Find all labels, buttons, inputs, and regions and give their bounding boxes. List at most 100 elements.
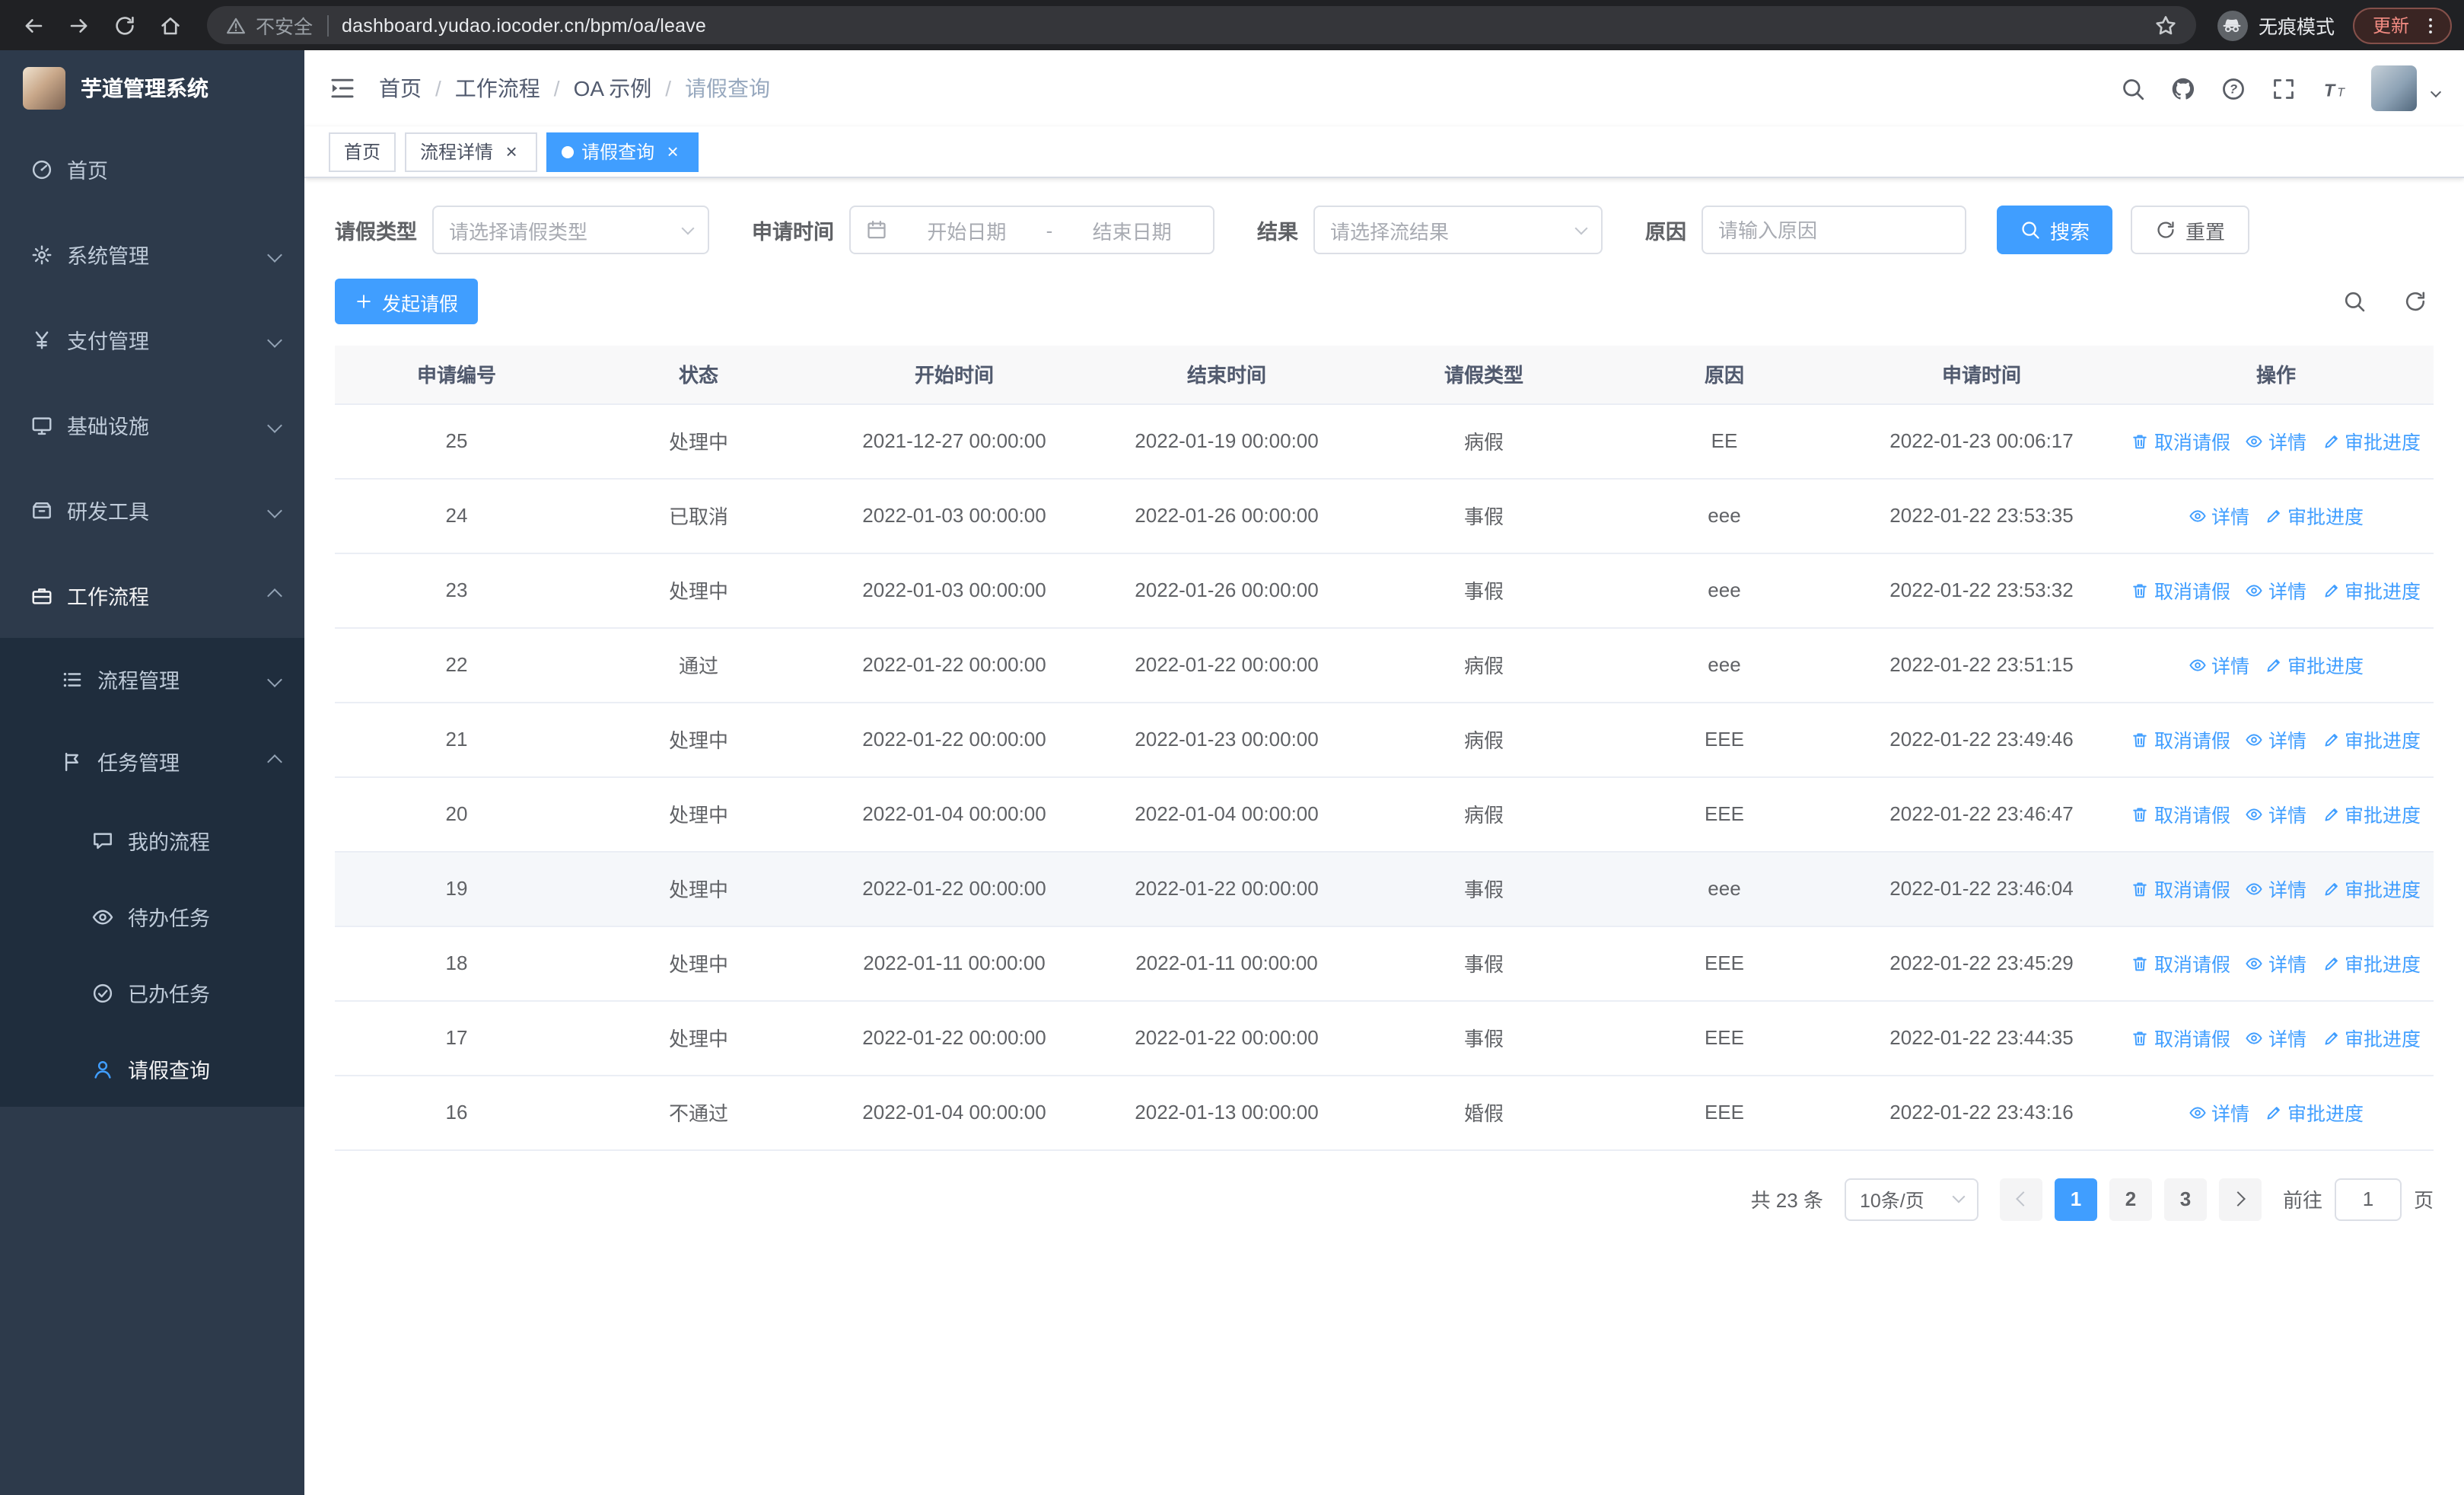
- back-button[interactable]: [12, 4, 55, 46]
- detail-action-link[interactable]: 详情: [2246, 874, 2306, 903]
- chevron-down-icon: [267, 332, 282, 347]
- address-bar[interactable]: 不安全 dashboard.yudao.iocoder.cn/bpm/oa/le…: [207, 6, 2196, 44]
- cancel-action-link[interactable]: 取消请假: [2131, 725, 2230, 754]
- update-label: 更新: [2372, 15, 2409, 37]
- column-header: 状态: [578, 346, 819, 404]
- progress-action-link[interactable]: 审批进度: [2322, 799, 2421, 828]
- forward-button[interactable]: [58, 4, 100, 46]
- user-avatar[interactable]: [2371, 65, 2417, 111]
- detail-action-link[interactable]: 详情: [2246, 725, 2306, 754]
- cell-start: 2021-12-27 00:00:00: [819, 403, 1090, 479]
- tab-close-icon[interactable]: ×: [662, 141, 683, 162]
- search-button[interactable]: 搜索: [1997, 206, 2113, 254]
- sidebar-item-box[interactable]: 研发工具: [0, 467, 304, 553]
- breadcrumb-item[interactable]: 工作流程: [455, 73, 540, 104]
- reason-input[interactable]: [1702, 206, 1966, 254]
- search-icon[interactable]: [2120, 75, 2146, 101]
- page-button-3[interactable]: 3: [2163, 1178, 2207, 1220]
- breadcrumb-item[interactable]: OA 示例: [574, 73, 652, 104]
- toggle-search-icon[interactable]: [2342, 289, 2367, 314]
- page-size-select[interactable]: 10条/页: [1844, 1178, 1979, 1220]
- progress-action-link[interactable]: 审批进度: [2322, 725, 2421, 754]
- reset-button[interactable]: 重置: [2131, 206, 2250, 254]
- detail-action-link[interactable]: 详情: [2189, 650, 2249, 679]
- detail-action-link[interactable]: 详情: [2189, 1098, 2249, 1127]
- sidebar-item-list[interactable]: 流程管理: [0, 638, 304, 720]
- detail-action-link[interactable]: 详情: [2246, 426, 2306, 455]
- sidebar-item-flag[interactable]: 任务管理: [0, 720, 304, 802]
- sidebar-collapse-icon[interactable]: [329, 75, 356, 102]
- detail-action-link[interactable]: 详情: [2246, 948, 2306, 977]
- github-icon[interactable]: [2170, 75, 2196, 101]
- result-select[interactable]: 请选择流结果: [1313, 206, 1603, 254]
- sidebar-item-label: 流程管理: [97, 670, 180, 693]
- tab-1[interactable]: 流程详情 ×: [405, 132, 538, 171]
- table-row: 17 处理中 2022-01-22 00:00:00 2022-01-22 00:00…: [335, 1000, 2434, 1076]
- detail-action-link[interactable]: 详情: [2246, 799, 2306, 828]
- progress-action-link[interactable]: 审批进度: [2265, 1098, 2364, 1127]
- sidebar-item-eye[interactable]: 待办任务: [0, 878, 304, 955]
- cell-type: 病假: [1364, 776, 1604, 852]
- sidebar-item-dashboard[interactable]: 首页: [0, 126, 304, 212]
- leave-table: 申请编号 状态 开始时间 结束时间 请假类型 原因 申请时间 操作 25 处理中 2021-12-…: [335, 346, 2434, 1150]
- sidebar-item-chat[interactable]: 我的流程: [0, 802, 304, 878]
- trash-icon: [2131, 581, 2150, 599]
- progress-action-link[interactable]: 审批进度: [2322, 874, 2421, 903]
- tab-0[interactable]: 首页: [329, 132, 396, 171]
- cancel-action-link[interactable]: 取消请假: [2131, 426, 2230, 455]
- cancel-action-link[interactable]: 取消请假: [2131, 799, 2230, 828]
- progress-action-link[interactable]: 审批进度: [2265, 650, 2364, 679]
- next-page-button[interactable]: [2218, 1178, 2262, 1220]
- cell-no: 25: [335, 403, 578, 479]
- progress-action-link[interactable]: 审批进度: [2322, 426, 2421, 455]
- progress-action-link[interactable]: 审批进度: [2265, 501, 2364, 530]
- cell-applied: 2022-01-22 23:46:04: [1845, 851, 2119, 926]
- tab-close-icon[interactable]: ×: [501, 141, 522, 162]
- refresh-table-icon[interactable]: [2403, 289, 2427, 314]
- help-icon[interactable]: ?: [2220, 75, 2246, 101]
- fullscreen-icon[interactable]: [2271, 75, 2297, 101]
- home-button[interactable]: [149, 4, 192, 46]
- leave-type-select[interactable]: 请选择请假类型: [432, 206, 709, 254]
- menu-dots-icon[interactable]: [2420, 14, 2441, 36]
- detail-action-link[interactable]: 详情: [2246, 1023, 2306, 1052]
- tab-2[interactable]: 请假查询 ×: [546, 132, 699, 171]
- progress-action-link[interactable]: 审批进度: [2322, 1023, 2421, 1052]
- detail-action-link[interactable]: 详情: [2189, 501, 2249, 530]
- progress-action-link[interactable]: 审批进度: [2322, 575, 2421, 604]
- cancel-action-link[interactable]: 取消请假: [2131, 948, 2230, 977]
- prev-page-button[interactable]: [1999, 1178, 2042, 1220]
- cell-no: 23: [335, 553, 578, 628]
- pen-icon: [2322, 581, 2340, 599]
- page-button-2[interactable]: 2: [2109, 1178, 2152, 1220]
- apply-time-range-picker[interactable]: 开始日期 - 结束日期: [849, 206, 1214, 254]
- breadcrumb-item[interactable]: 首页: [379, 73, 422, 104]
- app-logo[interactable]: 芋道管理系统: [0, 50, 304, 126]
- cancel-action-link[interactable]: 取消请假: [2131, 575, 2230, 604]
- cancel-action-link[interactable]: 取消请假: [2131, 874, 2230, 903]
- security-chip[interactable]: 不安全: [225, 11, 313, 40]
- url-text: dashboard.yudao.iocoder.cn/bpm/oa/leave: [342, 14, 706, 36]
- progress-action-link[interactable]: 审批进度: [2322, 948, 2421, 977]
- update-button[interactable]: 更新: [2352, 7, 2452, 43]
- page-button-1[interactable]: 1: [2054, 1178, 2097, 1220]
- cancel-action-link[interactable]: 取消请假: [2131, 1023, 2230, 1052]
- cell-end: 2022-01-23 00:00:00: [1090, 702, 1364, 777]
- detail-action-link[interactable]: 详情: [2246, 575, 2306, 604]
- avatar-caret-icon[interactable]: [2430, 85, 2442, 97]
- font-size-icon[interactable]: TT: [2321, 75, 2347, 101]
- goto-page-input[interactable]: [2334, 1178, 2402, 1220]
- sidebar-item-check[interactable]: 已办任务: [0, 955, 304, 1031]
- reload-button[interactable]: [103, 4, 146, 46]
- gear-icon: [30, 243, 53, 266]
- sidebar-item-gear[interactable]: 系统管理: [0, 212, 304, 297]
- create-leave-button[interactable]: 发起请假: [335, 279, 479, 324]
- sidebar-item-yen[interactable]: 支付管理: [0, 297, 304, 382]
- column-header: 申请编号: [335, 346, 578, 404]
- bookmark-star-icon[interactable]: [2154, 13, 2178, 37]
- sidebar-item-user[interactable]: 请假查询: [0, 1031, 304, 1107]
- cell-actions: 取消请假 详情 审批进度: [2119, 851, 2434, 926]
- sidebar-item-briefcase[interactable]: 工作流程: [0, 553, 304, 638]
- sidebar-item-monitor[interactable]: 基础设施: [0, 382, 304, 467]
- cell-no: 16: [335, 1075, 578, 1150]
